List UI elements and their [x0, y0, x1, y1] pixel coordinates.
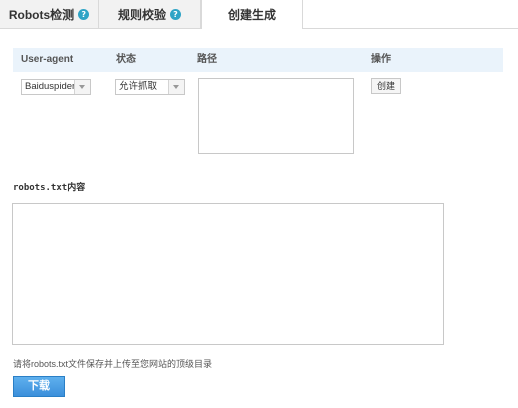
dropdown-button[interactable] — [74, 80, 90, 94]
status-select[interactable]: 允许抓取 — [115, 79, 185, 95]
tab-bar: Robots检测 ? 规则校验 ? 创建生成 — [0, 0, 518, 29]
upload-hint: 请将robots.txt文件保存并上传至您网站的顶级目录 — [13, 359, 213, 369]
user-agent-value: Baiduspider — [25, 81, 76, 92]
robots-content-textarea[interactable] — [12, 203, 444, 345]
chevron-down-icon — [173, 85, 179, 89]
tab-robots-check-label: Robots检测 — [8, 7, 75, 22]
column-header-user-agent: User-agent — [21, 54, 74, 65]
tab-create-generate-label: 创建生成 — [227, 8, 276, 22]
tab-rule-check[interactable]: 规则校验 ? — [99, 0, 201, 28]
user-agent-select[interactable]: Baiduspider — [21, 79, 91, 95]
path-input[interactable] — [198, 78, 354, 154]
tab-robots-check[interactable]: Robots检测 ? — [0, 0, 99, 28]
tab-create-generate[interactable]: 创建生成 — [201, 0, 303, 29]
content-label: robots.txt内容 — [13, 180, 85, 193]
column-header-path: 路径 — [197, 54, 217, 65]
table-header: User-agent 状态 路径 操作 — [13, 48, 503, 72]
column-header-status: 状态 — [116, 54, 136, 65]
create-button[interactable]: 创建 — [371, 78, 401, 94]
content-label-suffix: 内容 — [67, 182, 86, 192]
content-label-filename: robots.txt — [13, 183, 68, 193]
help-icon[interactable]: ? — [170, 8, 181, 20]
chevron-down-icon — [79, 85, 85, 89]
status-value: 允许抓取 — [119, 81, 158, 92]
download-button[interactable]: 下载 — [13, 376, 65, 397]
column-header-action: 操作 — [371, 54, 391, 65]
dropdown-button[interactable] — [168, 80, 184, 94]
help-icon[interactable]: ? — [78, 8, 90, 20]
tab-rule-check-label: 规则校验 — [117, 7, 166, 22]
